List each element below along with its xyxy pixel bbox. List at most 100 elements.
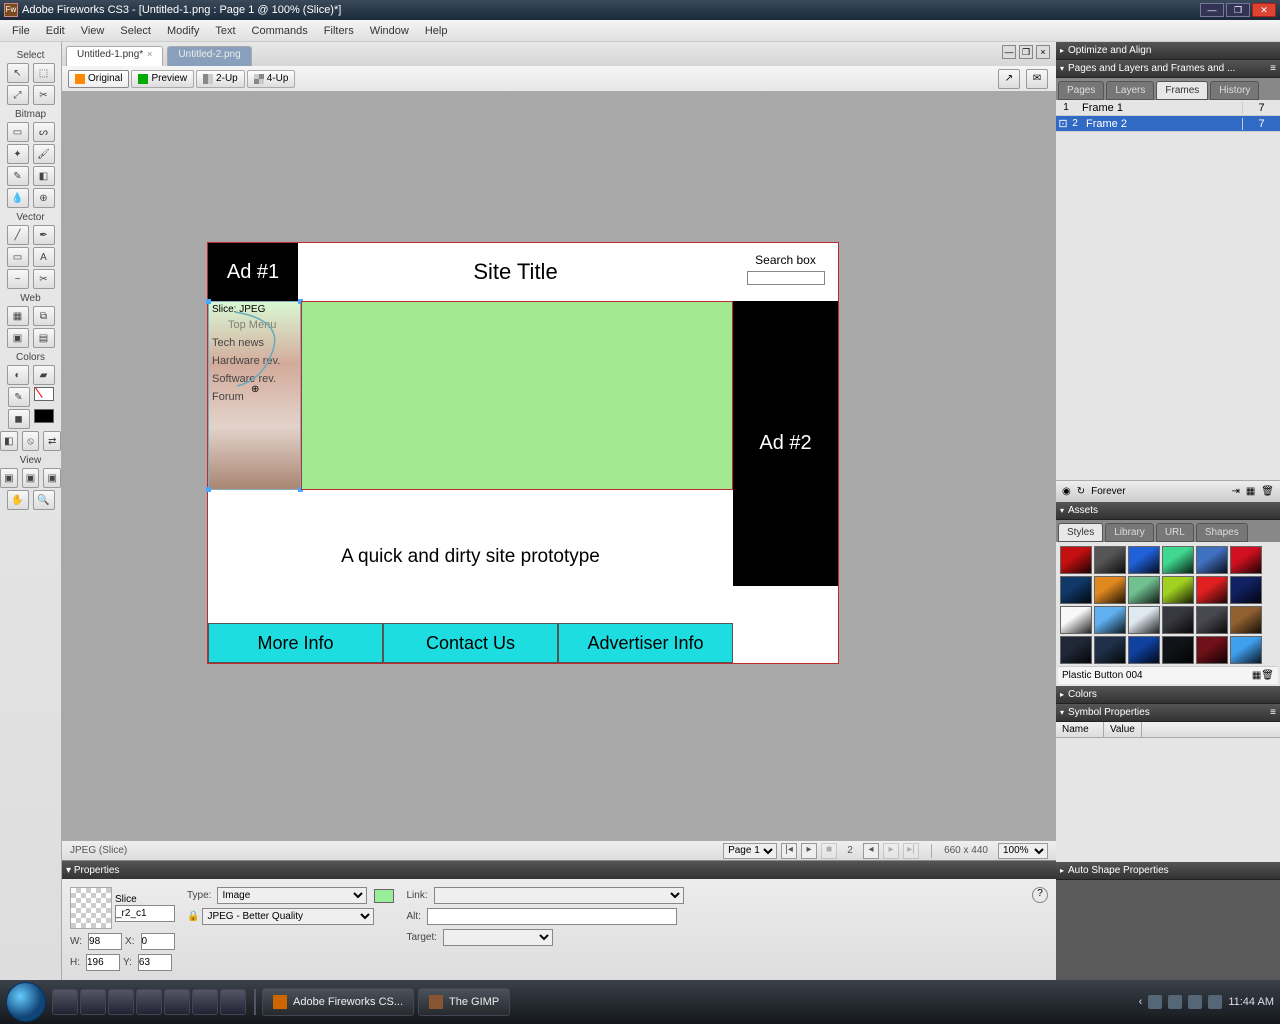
height-input[interactable] [86,954,120,971]
autoshape-panel-header[interactable]: ▸Auto Shape Properties [1056,862,1280,880]
tab-history[interactable]: History [1210,81,1259,100]
tab-library[interactable]: Library [1105,523,1154,542]
optimize-panel-header[interactable]: ▸Optimize and Align [1056,42,1280,60]
pen-tool[interactable]: ✒ [33,225,55,245]
mail-icon[interactable]: ✉ [1026,69,1048,89]
alt-input[interactable] [427,908,677,925]
lock-icon[interactable]: 🔒 [187,911,199,922]
text-tool[interactable]: A [33,247,55,267]
eyedropper-tool[interactable]: ◐ [7,365,29,385]
brush-tool[interactable]: 🖌 [33,144,55,164]
onion-toggle-icon[interactable]: ◉ [1062,486,1071,497]
tray-expand-icon[interactable]: ‹ [1139,996,1143,1008]
style-swatch[interactable] [1230,606,1262,634]
target-select[interactable] [443,929,553,946]
style-swatch[interactable] [1094,636,1126,664]
menu-text[interactable]: Text [207,23,243,39]
pencil-tool[interactable]: ✎ [7,166,29,186]
menu-help[interactable]: Help [417,23,456,39]
marquee-tool[interactable]: ▭ [7,122,29,142]
style-swatch[interactable] [1128,576,1160,604]
minimize-button[interactable]: — [1200,3,1224,17]
menu-commands[interactable]: Commands [244,23,316,39]
search-input[interactable] [747,271,825,285]
maximize-button[interactable]: ❐ [1226,3,1250,17]
stop-button[interactable]: ■ [821,843,837,859]
style-swatch[interactable] [1094,606,1126,634]
prev-frame-button[interactable]: ◂ [863,843,879,859]
delete-style-icon[interactable]: 🗑 [1261,670,1274,681]
tab-url[interactable]: URL [1156,523,1194,542]
style-swatch[interactable] [1060,636,1092,664]
menu-edit[interactable]: Edit [38,23,73,39]
canvas-scroll[interactable]: Ad #1 Site Title Search box Slice: JPEG … [62,92,1056,840]
y-input[interactable] [138,954,172,971]
tab-frames[interactable]: Frames [1156,81,1208,100]
wand-tool[interactable]: ✦ [7,144,29,164]
knife-tool[interactable]: ✂ [33,269,55,289]
clock[interactable]: 11:44 AM [1228,996,1274,1008]
tab-close-icon[interactable]: × [147,49,152,59]
style-swatch[interactable] [1162,636,1194,664]
quick-launch-icon[interactable] [164,989,190,1015]
screen-mode2[interactable]: ▣ [22,468,40,488]
distribute-icon[interactable]: ⇥ [1231,486,1239,497]
link-select[interactable] [434,887,684,904]
loop-forever[interactable]: Forever [1091,486,1125,497]
scale-tool[interactable]: ⤢ [7,85,29,105]
slice-handle[interactable] [206,299,211,304]
style-swatch[interactable] [1196,606,1228,634]
style-swatch[interactable] [1060,576,1092,604]
width-input[interactable] [88,933,122,950]
stroke-color[interactable] [34,387,54,401]
freeform-tool[interactable]: ~ [7,269,29,289]
fill-color[interactable] [34,409,54,423]
frame-row-selected[interactable]: ⊡ 2 Frame 2 7 [1056,116,1280,132]
properties-header[interactable]: ▾ Properties [62,861,1056,879]
onion-icon[interactable]: ⊡ [1056,117,1070,130]
rect-tool[interactable]: ▭ [7,247,29,267]
hide-slices-tool[interactable]: ▣ [7,328,29,348]
start-button[interactable] [6,982,46,1022]
slice-color[interactable] [374,889,394,903]
quick-launch-icon[interactable] [52,989,78,1015]
blur-tool[interactable]: 💧 [7,188,29,208]
bucket-tool[interactable]: ▰ [33,365,55,385]
view-2up[interactable]: 2-Up [196,70,245,88]
style-swatch[interactable] [1060,546,1092,574]
doc-minimize[interactable]: — [1002,45,1016,59]
tab-styles[interactable]: Styles [1058,523,1103,542]
menu-modify[interactable]: Modify [159,23,207,39]
help-icon[interactable]: ? [1032,887,1048,903]
eraser-tool[interactable]: ◧ [33,166,55,186]
menu-filters[interactable]: Filters [316,23,362,39]
subselect-tool[interactable]: ⬚ [33,63,55,83]
swap-colors[interactable]: ⇄ [43,431,61,451]
doc-tab-inactive[interactable]: Untitled-2.png [167,46,251,66]
no-color[interactable]: ⦸ [22,431,40,451]
tray-icon[interactable] [1148,995,1162,1009]
quick-launch-icon[interactable] [220,989,246,1015]
page-select[interactable]: Page 1 [723,843,777,859]
slice-region[interactable]: Slice: JPEG Top Menu Tech news Hardware … [208,301,301,490]
doc-close[interactable]: × [1036,45,1050,59]
line-tool[interactable]: ╱ [7,225,29,245]
view-4up[interactable]: 4-Up [247,70,296,88]
style-swatch[interactable] [1128,606,1160,634]
quick-launch-icon[interactable] [136,989,162,1015]
style-swatch[interactable] [1128,636,1160,664]
hotspot-tool[interactable]: ▦ [7,306,29,326]
lasso-tool[interactable]: ᔕ [33,122,55,142]
pointer-tool[interactable]: ↖ [7,63,29,83]
style-swatch[interactable] [1162,606,1194,634]
zoom-select[interactable]: 100% [998,843,1048,859]
crop-tool[interactable]: ✂ [33,85,55,105]
assets-panel-header[interactable]: ▾Assets [1056,502,1280,520]
quick-launch-icon[interactable] [192,989,218,1015]
zoom-tool[interactable]: 🔍 [33,490,55,510]
style-swatch[interactable] [1094,576,1126,604]
tab-shapes[interactable]: Shapes [1196,523,1248,542]
view-preview[interactable]: Preview [131,70,194,88]
canvas[interactable]: Ad #1 Site Title Search box Slice: JPEG … [207,242,839,664]
new-style-icon[interactable]: ▦ [1252,670,1261,681]
